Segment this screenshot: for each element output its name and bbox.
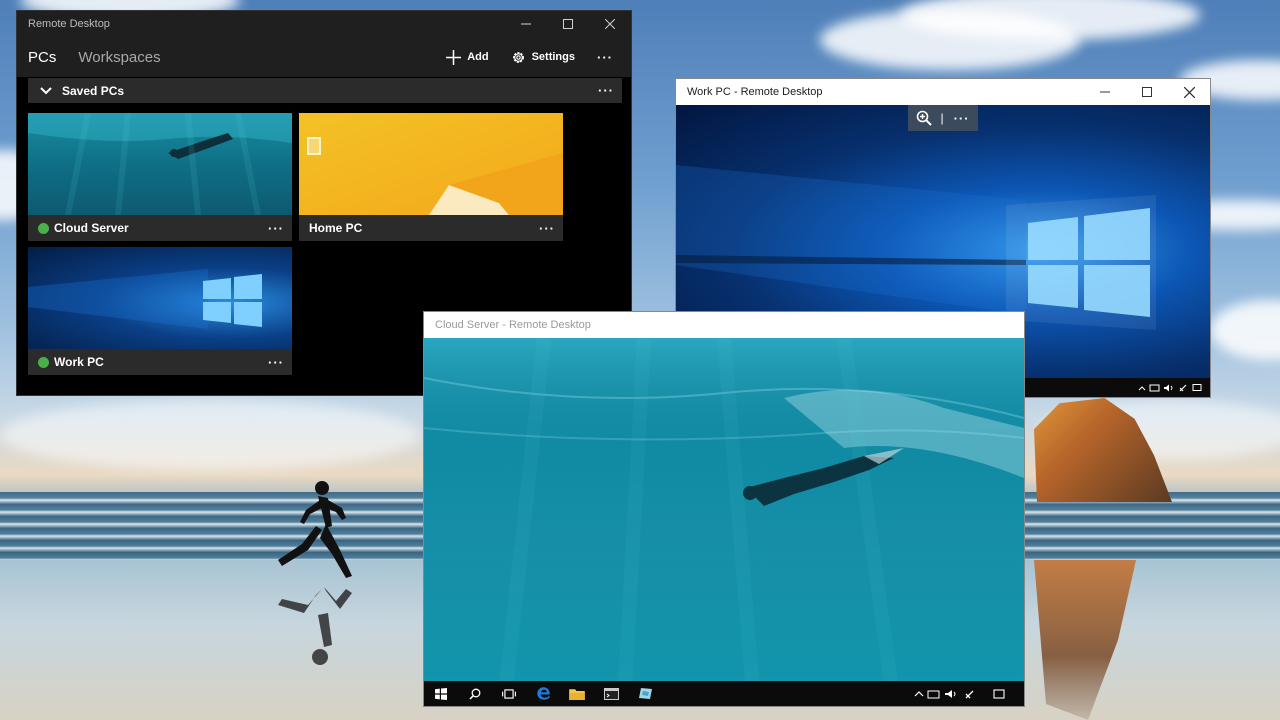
underwater-thumbnail-image (28, 113, 292, 215)
minimize-icon (1100, 91, 1110, 93)
task-view-icon (502, 688, 516, 699)
runner-silhouette (278, 481, 352, 578)
pc-label-row: Work PC ··· (28, 349, 292, 375)
close-button[interactable] (589, 11, 631, 37)
pc-tile-work-pc[interactable]: Work PC ··· (28, 247, 292, 375)
windows10-thumbnail-image (28, 269, 262, 329)
session-title: Work PC - Remote Desktop (687, 86, 823, 98)
session-zoom-bar: | ··· (908, 105, 978, 131)
pc-name: Cloud Server (54, 221, 129, 235)
app-titlebar[interactable]: Remote Desktop (17, 11, 631, 37)
tab-pcs[interactable]: PCs (28, 49, 56, 66)
add-label: Add (467, 51, 489, 63)
minimize-button[interactable] (505, 11, 547, 37)
app-tile-icon (638, 688, 652, 699)
online-status-dot (38, 356, 49, 368)
maximize-button[interactable] (1126, 79, 1168, 105)
pc-thumbnail[interactable] (299, 113, 563, 215)
terminal-icon (603, 687, 619, 700)
minimize-icon (521, 23, 531, 25)
edge-button[interactable] (526, 686, 560, 701)
more-options-button[interactable]: ··· (597, 50, 613, 65)
saved-pcs-group-header[interactable]: Saved PCs ··· (28, 78, 622, 103)
pc-name: Home PC (309, 221, 363, 235)
remote-taskbar (424, 681, 1024, 706)
task-view-button[interactable] (492, 688, 526, 700)
group-label: Saved PCs (62, 83, 125, 98)
windows-logo-icon (435, 687, 447, 700)
settings-label: Settings (531, 51, 575, 63)
tray-icons[interactable] (1138, 383, 1202, 393)
search-button[interactable] (458, 688, 492, 700)
pc-thumbnail[interactable] (28, 113, 292, 215)
plus-icon (446, 49, 462, 65)
settings-button[interactable]: Settings (511, 50, 575, 65)
zoom-in-icon[interactable] (916, 110, 933, 126)
session-titlebar[interactable]: Work PC - Remote Desktop (676, 79, 1210, 105)
windows8-thumbnail-image (307, 137, 563, 215)
app-button[interactable] (628, 687, 662, 700)
edge-browser-icon (536, 687, 550, 700)
online-status-dot (38, 222, 49, 234)
tray-icons[interactable] (914, 688, 1010, 700)
pc-more-button[interactable]: ··· (268, 221, 284, 236)
close-button[interactable] (1168, 79, 1210, 105)
underwater-wallpaper (424, 338, 1024, 706)
app-header: PCs Workspaces Add Settings ··· (17, 37, 631, 77)
pc-thumbnail[interactable] (28, 247, 292, 349)
file-explorer-button[interactable] (560, 688, 594, 700)
app-title: Remote Desktop (28, 18, 110, 30)
pc-name: Work PC (54, 355, 104, 369)
chevron-down-icon (40, 86, 52, 94)
pc-label-row: Home PC ··· (299, 215, 563, 241)
folder-icon (569, 688, 585, 700)
runner-reflection (278, 587, 352, 665)
tab-workspaces[interactable]: Workspaces (78, 49, 160, 66)
close-icon (1183, 86, 1195, 98)
console-app-button[interactable] (594, 687, 628, 700)
pc-tile-home-pc[interactable]: Home PC ··· (299, 113, 563, 241)
close-icon (605, 19, 615, 29)
zoom-separator: | (940, 111, 944, 125)
maximize-button[interactable] (547, 11, 589, 37)
pc-label-row: Cloud Server ··· (28, 215, 292, 241)
gear-icon (512, 51, 524, 63)
system-tray (914, 688, 1024, 700)
session-more-button[interactable]: ··· (954, 111, 970, 126)
remote-screen[interactable] (424, 338, 1024, 706)
cloud-server-session-window: Cloud Server - Remote Desktop (424, 312, 1024, 706)
search-icon (469, 688, 481, 700)
add-button[interactable]: Add (446, 49, 489, 65)
pc-tile-cloud-server[interactable]: Cloud Server ··· (28, 113, 292, 241)
minimize-button[interactable] (1084, 79, 1126, 105)
system-tray (1138, 383, 1210, 393)
pc-more-button[interactable]: ··· (268, 355, 284, 370)
session-title: Cloud Server - Remote Desktop (435, 319, 591, 331)
maximize-icon (1142, 87, 1152, 97)
maximize-icon (563, 19, 573, 29)
start-button[interactable] (424, 687, 458, 700)
session-titlebar[interactable]: Cloud Server - Remote Desktop (424, 312, 1024, 338)
pc-more-button[interactable]: ··· (539, 221, 555, 236)
group-more-button[interactable]: ··· (598, 83, 614, 98)
